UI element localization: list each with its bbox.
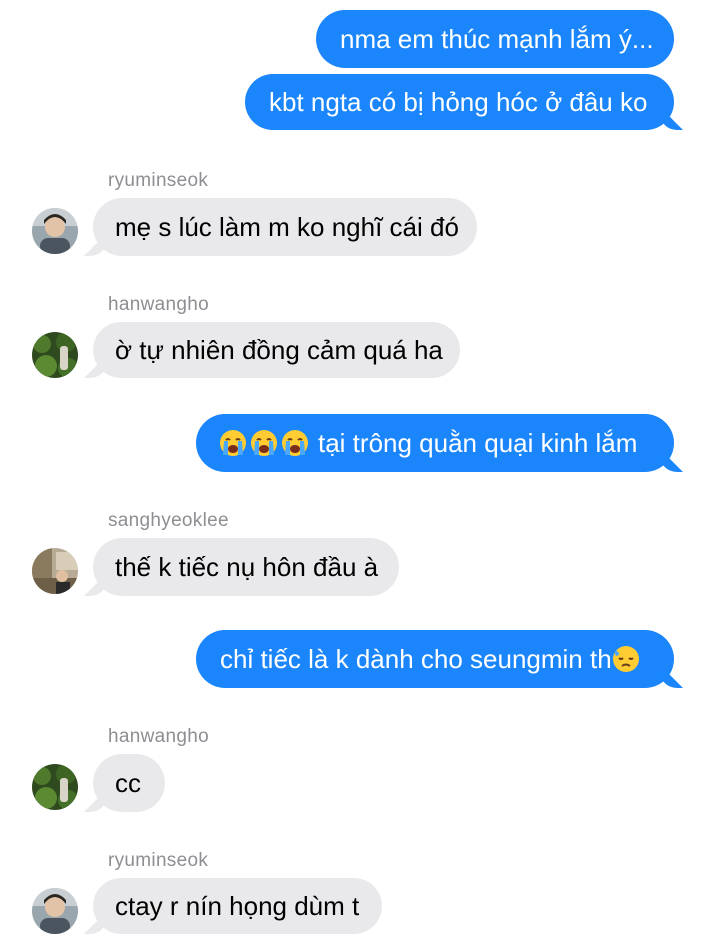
- downcast-face-with-sweat-emoji: [611, 644, 641, 674]
- loudly-crying-face-emoji: [249, 428, 279, 458]
- message-text: chỉ tiếc là k dành cho seungmin th: [220, 644, 612, 674]
- sender-name: sanghyeoklee: [108, 510, 229, 531]
- outgoing-message-bubble[interactable]: nma em thúc mạnh lắm ý...: [316, 10, 674, 68]
- loudly-crying-face-emoji: [218, 428, 248, 458]
- avatar-ryuminseok[interactable]: [32, 208, 78, 254]
- message-text: nma em thúc mạnh lắm ý...: [340, 24, 654, 54]
- message-text: thế k tiếc nụ hôn đầu à: [115, 552, 379, 582]
- avatar-ryuminseok[interactable]: [32, 888, 78, 934]
- outgoing-message-bubble[interactable]: kbt ngta có bị hỏng hóc ở đâu ko: [245, 74, 674, 130]
- message-text: mẹ s lúc làm m ko nghĩ cái đó: [115, 212, 459, 242]
- outgoing-message-bubble[interactable]: tại trông quằn quại kinh lắm: [196, 414, 674, 472]
- incoming-message-bubble[interactable]: ờ tự nhiên đồng cảm quá ha: [93, 322, 460, 378]
- message-thread: nma em thúc mạnh lắm ý... kbt ngta có bị…: [0, 0, 720, 938]
- sender-name: ryuminseok: [108, 850, 209, 871]
- message-text: ctay r nín họng dùm t: [115, 891, 360, 921]
- message-text: ờ tự nhiên đồng cảm quá ha: [115, 335, 443, 365]
- incoming-message-bubble[interactable]: cc: [93, 754, 165, 812]
- message-text: cc: [115, 768, 141, 798]
- sender-name: ryuminseok: [108, 170, 209, 191]
- message-text: kbt ngta có bị hỏng hóc ở đâu ko: [269, 87, 648, 117]
- avatar-hanwangho[interactable]: [32, 764, 78, 810]
- avatar-hanwangho[interactable]: [32, 332, 78, 378]
- incoming-message-bubble[interactable]: mẹ s lúc làm m ko nghĩ cái đó: [93, 198, 477, 256]
- outgoing-message-bubble[interactable]: chỉ tiếc là k dành cho seungmin th: [196, 630, 674, 688]
- message-text: tại trông quằn quại kinh lắm: [318, 428, 638, 458]
- avatar-sanghyeoklee[interactable]: [32, 548, 78, 594]
- loudly-crying-face-emoji: [280, 428, 310, 458]
- incoming-message-bubble[interactable]: thế k tiếc nụ hôn đầu à: [93, 538, 399, 596]
- incoming-message-bubble[interactable]: ctay r nín họng dùm t: [93, 878, 382, 934]
- sender-name: hanwangho: [108, 294, 209, 315]
- sender-name: hanwangho: [108, 726, 209, 747]
